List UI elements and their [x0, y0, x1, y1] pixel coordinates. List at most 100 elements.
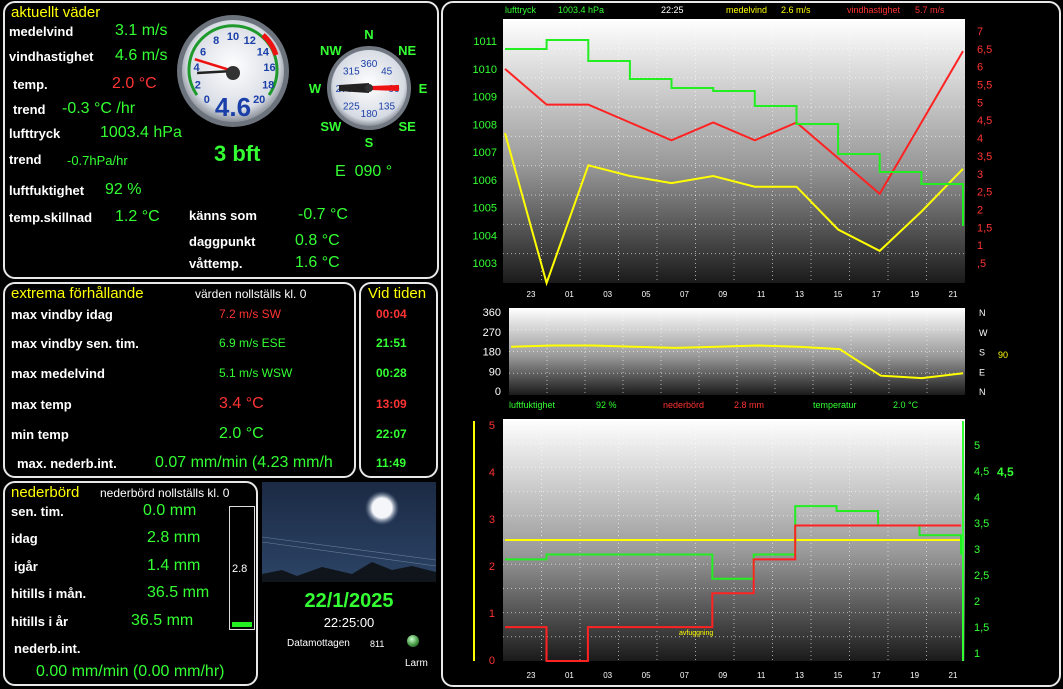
axis-tick-label: 2	[489, 561, 495, 573]
graph-area: lufttryck 1003.4 hPa 22:25 medelvind 2.6 m/s…	[473, 5, 1014, 680]
rain-value: 1.4 mm	[147, 557, 201, 574]
extreme-value: 3.4 °C	[219, 395, 264, 412]
axis-tick-label: 23	[527, 671, 536, 680]
gauge-tick-label: 0	[204, 94, 210, 106]
legend-value: 2.0 °C	[893, 400, 919, 410]
compass-direction-label: W	[309, 81, 322, 96]
current-value: 2.0 °C	[112, 75, 157, 92]
current-date: 22/1/2025	[304, 590, 394, 612]
top-graph-x-axis: 23 01 03 05 07 09 11 13 15 17 19 21	[527, 290, 958, 299]
axis-tick-label: 3	[974, 544, 980, 556]
direction-graph-right-axis: NWSEN90	[979, 308, 1008, 397]
compass-direction-label: NW	[320, 43, 342, 58]
legend-value: 2.8 mm	[734, 400, 764, 410]
axis-tick-label: 1005	[473, 203, 497, 215]
axis-tick-label: 4	[974, 492, 980, 504]
legend-value: 5.7 m/s	[915, 5, 945, 15]
humidity-current-marker: 4,5	[997, 465, 1014, 479]
axis-tick-label: 4	[489, 467, 495, 479]
current-extra-value: 1.6 °C	[295, 254, 340, 271]
axis-tick-label: 21	[949, 671, 958, 680]
axis-tick-label: 03	[603, 290, 612, 299]
axis-tick-label: 1008	[473, 119, 497, 131]
legend-value: 92 %	[596, 400, 617, 410]
current-value: 4.6 m/s	[115, 47, 168, 64]
extreme-time: 00:28	[376, 366, 407, 380]
sky-camera-image	[262, 482, 436, 582]
gauge-speed-value: 4.6	[215, 92, 251, 122]
legend-value: 2.6 m/s	[781, 5, 811, 15]
compass-direction-label: S	[365, 135, 374, 150]
extreme-label: max vindby idag	[11, 307, 113, 322]
extreme-time: 21:51	[376, 336, 407, 350]
extreme-value: 7.2 m/s SW	[219, 307, 282, 321]
legend-label: nederbörd	[663, 400, 704, 410]
axis-tick-label: 19	[910, 671, 919, 680]
axis-tick-label: 1004	[473, 230, 497, 242]
extremes-panel: extrema förhållande värden nollställs kl…	[3, 282, 356, 478]
legend-value: 1003.4 hPa	[558, 5, 604, 15]
extreme-label: max medelvind	[11, 366, 105, 381]
legend-label: luftfuktighet	[509, 400, 556, 410]
current-label: luftfuktighet	[9, 183, 85, 198]
axis-tick-label: 07	[680, 290, 689, 299]
gauge-tick-label: 6	[200, 46, 206, 58]
axis-tick-label: 23	[527, 290, 536, 299]
extreme-label: max temp	[11, 397, 72, 412]
axis-tick-label: 11	[757, 671, 766, 680]
axis-tick-label: 21	[949, 290, 958, 299]
compass-ring-label: 225	[343, 102, 360, 113]
axis-tick-label: 5	[489, 420, 495, 432]
current-value: 92 %	[105, 181, 142, 198]
axis-tick-label: 4	[977, 133, 983, 145]
axis-tick-label: 2	[977, 205, 983, 217]
extreme-time: 22:07	[376, 427, 407, 441]
compass-ring-label: 180	[361, 109, 378, 120]
gauge-tick-label: 20	[253, 94, 265, 106]
rain-value: 36.5 mm	[147, 584, 210, 601]
direction-graph-left-axis: 360 270 180 90 0	[483, 307, 501, 398]
current-label: medelvind	[9, 24, 74, 39]
axis-tick-label: ,5	[977, 258, 986, 270]
time-panel: Vid tiden 00:04 21:51 00:28 13:09 22:07 11:49	[359, 282, 438, 478]
axis-tick-label: 2	[974, 596, 980, 608]
axis-tick-label: 07	[680, 671, 689, 680]
wind-speed-gauge: 02468 10 1214161820 4.6	[177, 15, 289, 127]
axis-tick-label: 17	[872, 290, 881, 299]
graph-annotation: avfuggning	[679, 630, 713, 637]
rain-value: 2.8 mm	[147, 529, 201, 546]
axis-tick-label: 09	[718, 290, 727, 299]
bottom-graph-x-axis: 23 01 03 05 07 09 11 13 15 17 19 21	[527, 671, 958, 680]
gauge-tick-label: 18	[262, 79, 274, 91]
axis-tick-label: 1	[974, 648, 980, 660]
axis-tick-label: 1003	[473, 258, 497, 270]
compass-direction-label: N	[364, 27, 373, 42]
rain-intensity-value: 0.00 mm/min (0.00 mm/hr)	[36, 663, 225, 680]
rain-label: hitills i mån.	[11, 586, 87, 601]
alarm-led-icon[interactable]	[407, 635, 419, 647]
axis-tick-label: 0	[489, 655, 495, 667]
axis-tick-label: 5	[977, 97, 983, 109]
axis-tick-label: 7	[977, 26, 983, 38]
compass-ring-label: 135	[378, 102, 395, 113]
current-label: trend	[9, 152, 42, 167]
gauge-tick-label: 16	[263, 62, 275, 74]
extreme-time: 13:09	[376, 397, 407, 411]
rain-panel: nederbörd nederbörd nollställs kl. 0 sen…	[3, 481, 258, 686]
extreme-label: min temp	[11, 427, 69, 442]
axis-tick-label: 1,5	[974, 622, 989, 634]
axis-tick-label: 1011	[473, 36, 497, 48]
current-extra-label: daggpunkt	[189, 234, 256, 249]
compass-ring-label: 360	[361, 59, 378, 70]
rain-bar-fill	[232, 622, 252, 627]
axis-tick-label: 01	[565, 671, 574, 680]
axis-tick-label: 1	[489, 608, 495, 620]
bottom-graph-left-axis: 5 4 3 2 1 0	[489, 420, 495, 667]
axis-tick-label: 1,5	[977, 222, 992, 234]
panel-title: aktuellt väder	[11, 4, 101, 21]
current-extra-label: känns som	[189, 208, 257, 223]
gauge-tick-label: 10	[227, 31, 239, 43]
gauge-tick-label: 14	[257, 46, 270, 58]
current-extra-value: 0.8 °C	[295, 232, 340, 249]
current-value: -0.3 °C /hr	[62, 100, 136, 117]
